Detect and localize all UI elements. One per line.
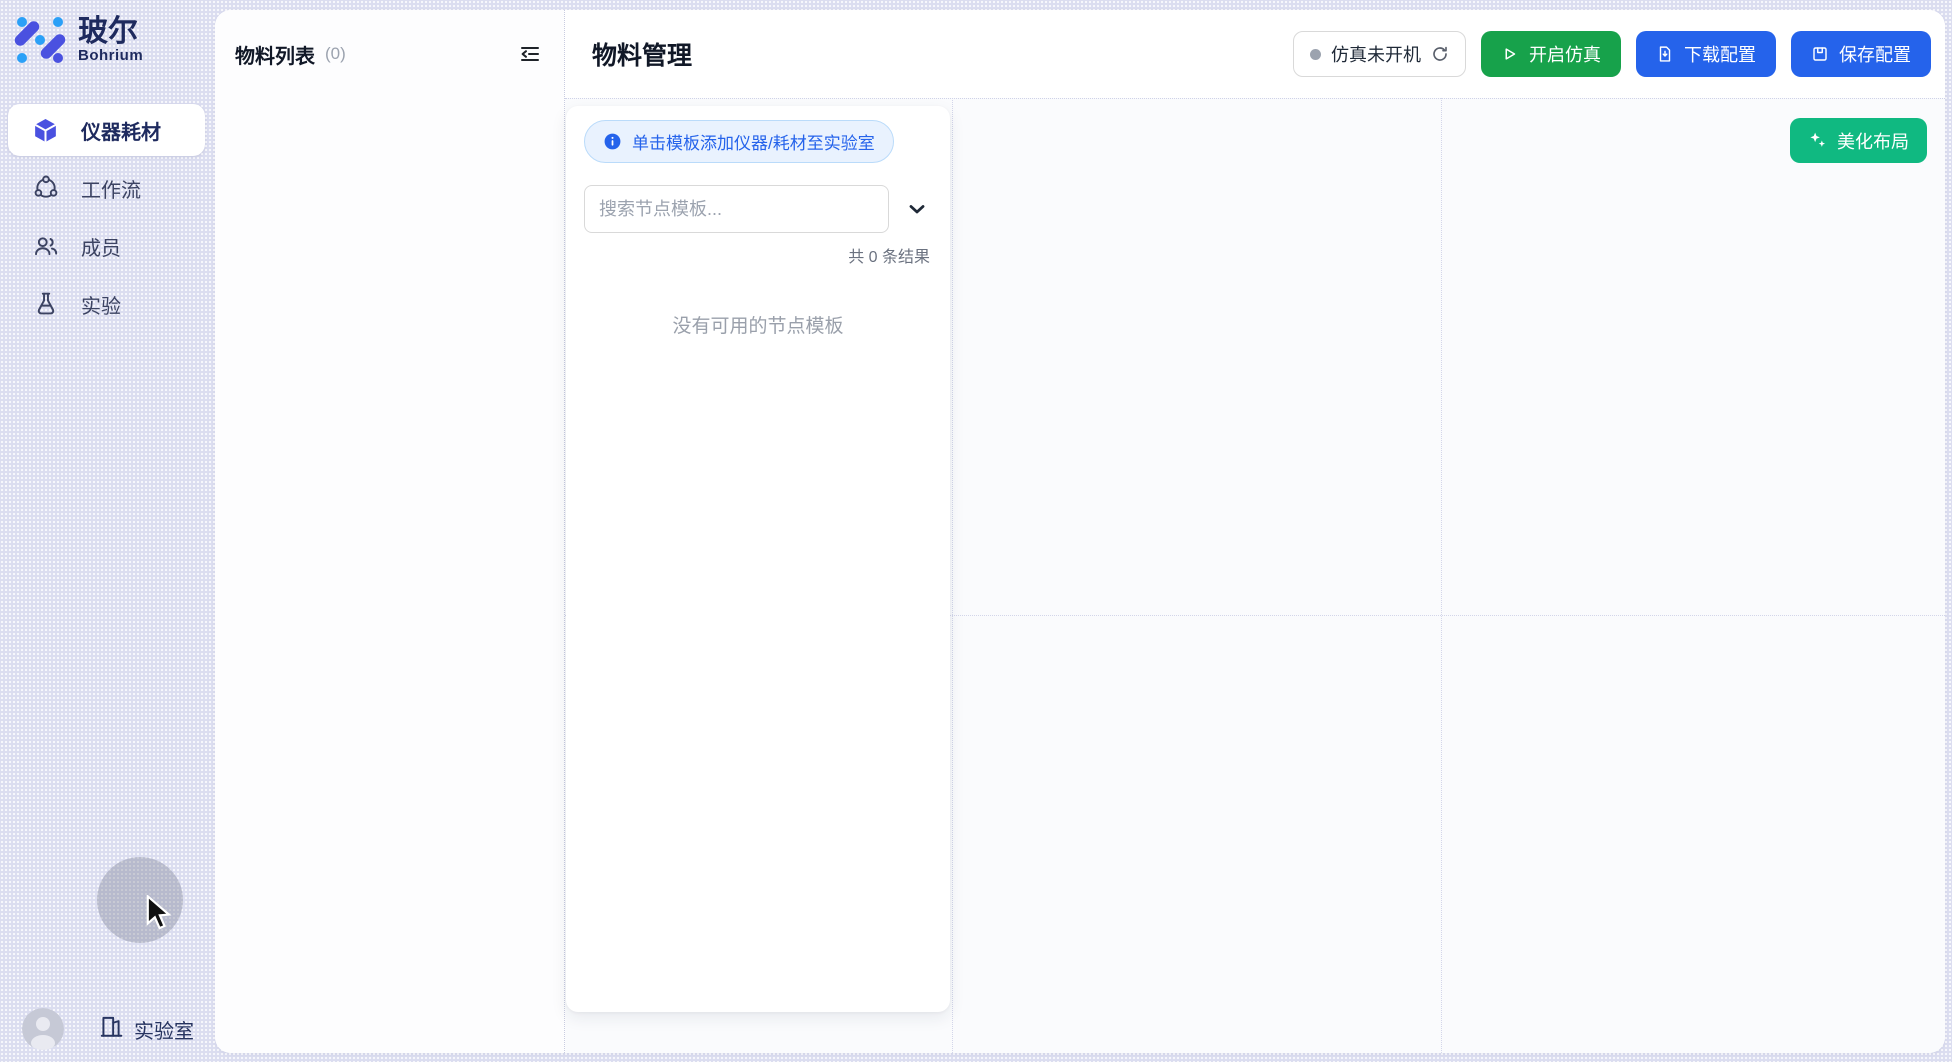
search-template-input[interactable] — [584, 185, 889, 233]
sidebar-item-workflow[interactable]: 工作流 — [8, 162, 205, 214]
status-dot-icon — [1310, 49, 1321, 60]
sidebar-item-instruments[interactable]: 仪器耗材 — [8, 104, 205, 156]
material-management-section: 物料管理 仿真未开机 — [565, 10, 1945, 1053]
save-config-button[interactable]: 保存配置 — [1791, 31, 1931, 77]
main-header: 物料管理 仿真未开机 — [565, 10, 1945, 98]
sidebar-nav: 仪器耗材 工作流 成员 — [8, 104, 205, 330]
save-icon — [1811, 45, 1829, 63]
brand-logo: 玻尔 Bohrium — [0, 0, 215, 66]
sidebar-item-members[interactable]: 成员 — [8, 220, 205, 272]
materials-panel: 物料列表 (0) — [215, 10, 564, 1053]
beautify-layout-button[interactable]: 美化布局 — [1790, 118, 1927, 163]
user-avatar[interactable] — [22, 1008, 64, 1050]
sidebar-item-label: 工作流 — [81, 174, 141, 203]
play-icon — [1501, 45, 1519, 63]
panel-divider — [564, 10, 565, 1053]
main-card: 物料列表 (0) 物料管理 仿真未开机 — [215, 10, 1945, 1053]
brand-name-zh: 玻尔 — [78, 16, 143, 48]
cube-icon — [32, 117, 59, 144]
building-icon — [98, 1013, 124, 1045]
sidebar-item-label: 仪器耗材 — [81, 116, 161, 145]
bohrium-logo-icon — [14, 14, 66, 66]
materials-panel-title: 物料列表 — [235, 40, 315, 69]
sidebar-item-experiment[interactable]: 实验 — [8, 278, 205, 330]
lab-switcher[interactable]: 实验室 — [98, 1013, 194, 1045]
node-template-panel: 单击模板添加仪器/耗材至实验室 共 0 条结果 没有可用的节点模板 — [566, 106, 950, 1012]
empty-templates-message: 没有可用的节点模板 — [584, 311, 932, 338]
materials-count: (0) — [325, 44, 346, 64]
sparkles-icon — [1808, 131, 1827, 150]
workflow-icon — [32, 175, 59, 202]
info-icon — [603, 132, 622, 151]
file-download-icon — [1656, 45, 1674, 63]
download-config-button[interactable]: 下载配置 — [1636, 31, 1776, 77]
members-icon — [32, 233, 59, 260]
flask-icon — [32, 291, 59, 318]
hint-text: 单击模板添加仪器/耗材至实验室 — [632, 129, 875, 154]
flow-canvas[interactable]: 美化布局 单击模板添加仪器/耗材至实验室 — [565, 98, 1945, 1053]
canvas-grid-line — [952, 98, 953, 1053]
start-simulation-button[interactable]: 开启仿真 — [1481, 31, 1621, 77]
sidebar-item-label: 实验 — [81, 290, 121, 319]
simulation-status-pill: 仿真未开机 — [1293, 31, 1466, 77]
hint-banner: 单击模板添加仪器/耗材至实验室 — [584, 120, 894, 163]
mouse-cursor — [143, 895, 177, 938]
sidebar-item-label: 成员 — [81, 232, 121, 261]
page-title: 物料管理 — [592, 36, 692, 72]
collapse-panel-button[interactable] — [516, 40, 544, 68]
header-divider — [565, 98, 1945, 99]
refresh-icon[interactable] — [1431, 45, 1449, 63]
chevron-down-icon[interactable] — [903, 194, 932, 224]
lab-label: 实验室 — [134, 1015, 194, 1044]
results-count: 共 0 条结果 — [584, 243, 932, 267]
canvas-grid-line — [1441, 98, 1442, 1053]
simulation-status-label: 仿真未开机 — [1331, 41, 1421, 67]
brand-name-en: Bohrium — [78, 47, 143, 64]
